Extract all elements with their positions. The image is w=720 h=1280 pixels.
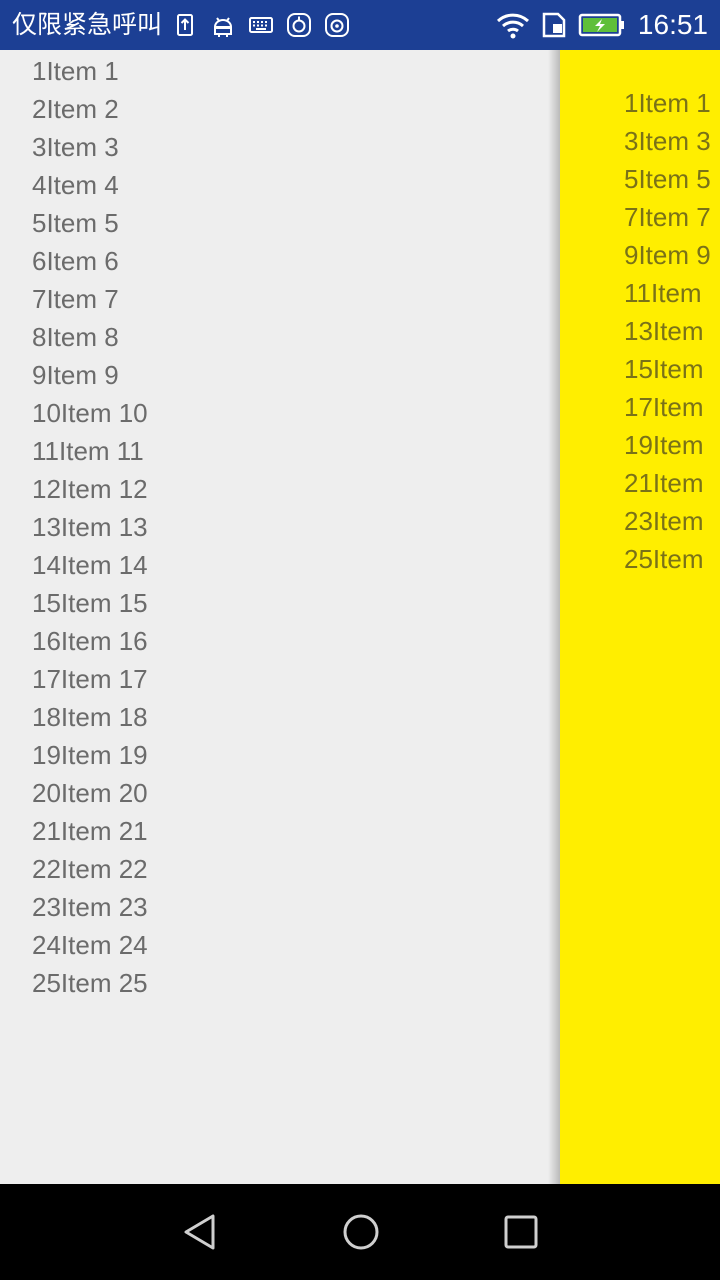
list-item[interactable]: 11Item 11	[32, 434, 148, 472]
list-item[interactable]: 12Item 12	[32, 472, 148, 510]
list-item[interactable]: 1Item 1	[32, 54, 148, 92]
side-drawer[interactable]: 1Item 1 3Item 3 5Item 5 7Item 7 9Item 9 11Ite…	[560, 50, 720, 1184]
list-item[interactable]: 25Item 25	[32, 966, 148, 1004]
carrier-label: 仅限紧急呼叫	[12, 10, 163, 39]
navigation-bar	[0, 1184, 720, 1280]
list-item[interactable]: 16Item 16	[32, 624, 148, 662]
list-item[interactable]: 8Item 8	[32, 320, 148, 358]
drawer-list-item[interactable]: 5Item 5	[624, 162, 711, 200]
main-content: 1Item 1 2Item 2 3Item 3 4Item 4 5Item 5 6Item…	[0, 50, 720, 1184]
list-item[interactable]: 13Item 13	[32, 510, 148, 548]
clock: 16:51	[637, 9, 708, 40]
drawer-list-item[interactable]: 1Item 1	[624, 86, 711, 124]
recents-icon[interactable]	[501, 1212, 541, 1252]
app-icon	[287, 13, 311, 37]
list-item[interactable]: 15Item 15	[32, 586, 148, 624]
drawer-list-item[interactable]: 21Item	[624, 466, 711, 504]
battery-charging-icon	[578, 13, 624, 37]
list-item[interactable]: 18Item 18	[32, 700, 148, 738]
list-item[interactable]: 3Item 3	[32, 130, 148, 168]
list-item[interactable]: 7Item 7	[32, 282, 148, 320]
list-item[interactable]: 2Item 2	[32, 92, 148, 130]
list-item[interactable]: 24Item 24	[32, 928, 148, 966]
drawer-list-item[interactable]: 19Item	[624, 428, 711, 466]
app-icon	[325, 13, 349, 37]
list-item[interactable]: 19Item 19	[32, 738, 148, 776]
wifi-icon	[496, 13, 529, 39]
keyboard-icon	[249, 17, 273, 33]
drawer-list-item[interactable]: 25Item	[624, 542, 711, 580]
list-item[interactable]: 22Item 22	[32, 852, 148, 890]
home-icon[interactable]	[341, 1212, 381, 1252]
list-item[interactable]: 21Item 21	[32, 814, 148, 852]
drawer-shadow	[548, 50, 560, 1184]
drawer-list-item[interactable]: 9Item 9	[624, 238, 711, 276]
drawer-list-item[interactable]: 15Item	[624, 352, 711, 390]
status-bar: 仅限紧急呼叫 16:51	[0, 0, 720, 50]
list-item[interactable]: 17Item 17	[32, 662, 148, 700]
sim-icon	[542, 12, 566, 38]
screen: 仅限紧急呼叫 16:51 1Item 1 2Item 2 3Item 3 4It…	[0, 0, 720, 1280]
drawer-list-item[interactable]: 3Item 3	[624, 124, 711, 162]
list-item[interactable]: 20Item 20	[32, 776, 148, 814]
back-icon[interactable]	[180, 1212, 220, 1252]
list-item[interactable]: 9Item 9	[32, 358, 148, 396]
android-icon	[213, 17, 233, 37]
system-status-icons: 16:51	[496, 8, 708, 42]
drawer-list-item[interactable]: 17Item	[624, 390, 711, 428]
drawer-list-item[interactable]: 11Item	[624, 276, 711, 314]
list-item[interactable]: 4Item 4	[32, 168, 148, 206]
list-item[interactable]: 5Item 5	[32, 206, 148, 244]
list-item[interactable]: 23Item 23	[32, 890, 148, 928]
drawer-item-list: 1Item 1 3Item 3 5Item 5 7Item 7 9Item 9 11Ite…	[624, 86, 711, 580]
sim-upload-icon	[177, 14, 193, 36]
list-item[interactable]: 10Item 10	[32, 396, 148, 434]
drawer-list-item[interactable]: 23Item	[624, 504, 711, 542]
list-item[interactable]: 14Item 14	[32, 548, 148, 586]
drawer-list-item[interactable]: 13Item	[624, 314, 711, 352]
drawer-list-item[interactable]: 7Item 7	[624, 200, 711, 238]
notification-icons	[172, 12, 350, 38]
list-item[interactable]: 6Item 6	[32, 244, 148, 282]
item-list: 1Item 1 2Item 2 3Item 3 4Item 4 5Item 5 6Item…	[32, 54, 148, 1004]
